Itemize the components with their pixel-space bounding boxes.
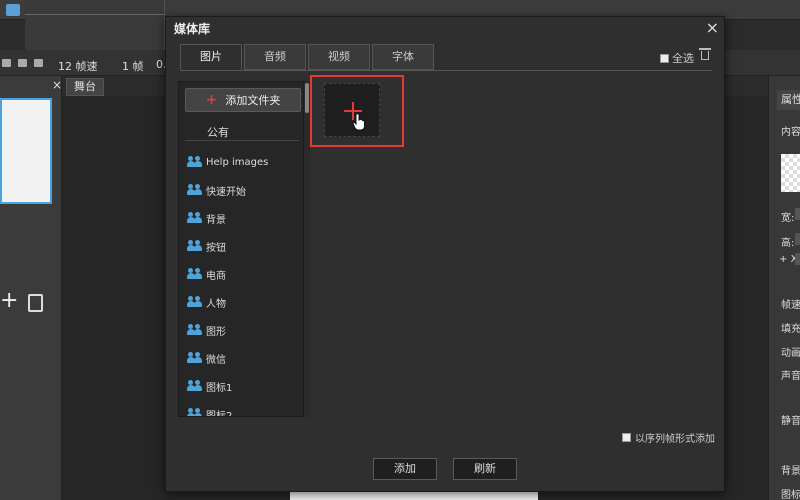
page-thumbnail[interactable]	[0, 98, 52, 204]
users-icon	[187, 296, 203, 308]
folder-label: 人物	[206, 298, 226, 310]
fps-label: 12 帧速	[58, 60, 98, 73]
x-stepper[interactable]	[795, 253, 800, 265]
tab-stage[interactable]: 舞台	[66, 78, 104, 96]
media-library-dialog: 媒体库 × 图片 音频 视频 字体 全选 + 添加文件夹 公有 Help ima…	[165, 16, 725, 492]
icon-label: 图标	[781, 490, 800, 500]
folder-item[interactable]: Help images	[187, 148, 299, 176]
users-icon	[187, 156, 203, 168]
folder-panel: + 添加文件夹 公有 Help images 快速开始 背景 按钮 电商 人物 …	[178, 81, 304, 417]
content-preview	[781, 154, 800, 192]
height-stepper[interactable]	[795, 233, 800, 245]
animation-label: 动画	[781, 348, 800, 359]
folder-item[interactable]: 微信	[187, 344, 299, 372]
frame-icon[interactable]	[2, 59, 11, 67]
sequence-label: 以序列帧形式添加	[635, 434, 715, 445]
close-icon[interactable]: ×	[52, 78, 62, 92]
folder-item[interactable]: 人物	[187, 288, 299, 316]
public-section-label: 公有	[207, 126, 229, 139]
users-icon	[187, 212, 203, 224]
select-all-label: 全选	[672, 52, 694, 65]
app-icon	[6, 4, 20, 16]
tab-underline	[180, 70, 712, 71]
content-label: 内容	[781, 127, 800, 138]
folder-label: 快速开始	[206, 186, 246, 198]
folder-label: 背景	[206, 214, 226, 226]
users-icon	[187, 240, 203, 252]
folder-item[interactable]: 按钮	[187, 232, 299, 260]
close-icon[interactable]: ×	[706, 18, 719, 37]
refresh-button[interactable]: 刷新	[453, 458, 517, 480]
folder-item[interactable]: 图标2	[187, 400, 299, 417]
frame-label: 1 帧	[122, 60, 144, 73]
folder-item[interactable]: 图形	[187, 316, 299, 344]
sequence-checkbox[interactable]	[622, 433, 631, 442]
users-icon	[187, 408, 203, 416]
sound-label: 声音	[781, 371, 800, 382]
properties-panel: 属性 内容 宽: 高: + X 帧速 填充 动画 声音 静音 背景 图标	[768, 76, 800, 500]
folder-label: 图标1	[206, 382, 233, 394]
frame-icon[interactable]	[34, 59, 43, 67]
folder-item[interactable]: 快速开始	[187, 176, 299, 204]
timeline-ruler	[25, 0, 165, 50]
users-icon	[187, 352, 203, 364]
fill-label: 填充	[781, 324, 800, 335]
folder-label: 图标2	[206, 410, 233, 417]
dialog-title: 媒体库	[174, 22, 211, 36]
layers-panel: × +	[0, 76, 62, 500]
folder-list: Help images 快速开始 背景 按钮 电商 人物 图形 微信 图标1 图…	[187, 148, 299, 417]
folder-item[interactable]: 电商	[187, 260, 299, 288]
add-folder-label: 添加文件夹	[225, 94, 281, 107]
background-label: 背景	[781, 466, 800, 477]
folder-label: Help images	[206, 156, 269, 168]
select-all-checkbox[interactable]	[660, 53, 669, 63]
folder-label: 微信	[206, 354, 226, 366]
users-icon	[187, 268, 203, 280]
ruler-line	[25, 14, 165, 15]
plus-icon: +	[205, 92, 218, 108]
width-stepper[interactable]	[795, 208, 800, 220]
mute-label: 静音	[781, 416, 800, 427]
scroll-thumb[interactable]	[305, 83, 309, 113]
export-icon[interactable]	[28, 294, 43, 312]
sequence-option[interactable]: 以序列帧形式添加	[622, 430, 715, 445]
fps-field-label: 帧速	[781, 300, 800, 311]
folder-label: 图形	[206, 326, 226, 338]
frame-icon[interactable]	[18, 59, 27, 67]
tab-properties[interactable]: 属性	[777, 90, 800, 110]
tab-video[interactable]: 视频	[308, 44, 370, 70]
add-button[interactable]: 添加	[373, 458, 437, 480]
add-folder-button[interactable]: + 添加文件夹	[185, 88, 301, 112]
tab-fonts[interactable]: 字体	[372, 44, 434, 70]
folder-label: 电商	[206, 270, 226, 282]
folder-item[interactable]: 图标1	[187, 372, 299, 400]
tab-images[interactable]: 图片	[180, 44, 242, 70]
users-icon	[187, 380, 203, 392]
folder-label: 按钮	[206, 242, 226, 254]
select-all[interactable]: 全选	[660, 50, 694, 66]
users-icon	[187, 324, 203, 336]
add-page-icon[interactable]: +	[0, 290, 18, 312]
hand-cursor-icon	[352, 113, 365, 131]
users-icon	[187, 184, 203, 196]
trash-icon[interactable]	[699, 48, 711, 60]
tab-audio[interactable]: 音频	[244, 44, 306, 70]
folder-item[interactable]: 背景	[187, 204, 299, 232]
divider	[185, 140, 299, 141]
